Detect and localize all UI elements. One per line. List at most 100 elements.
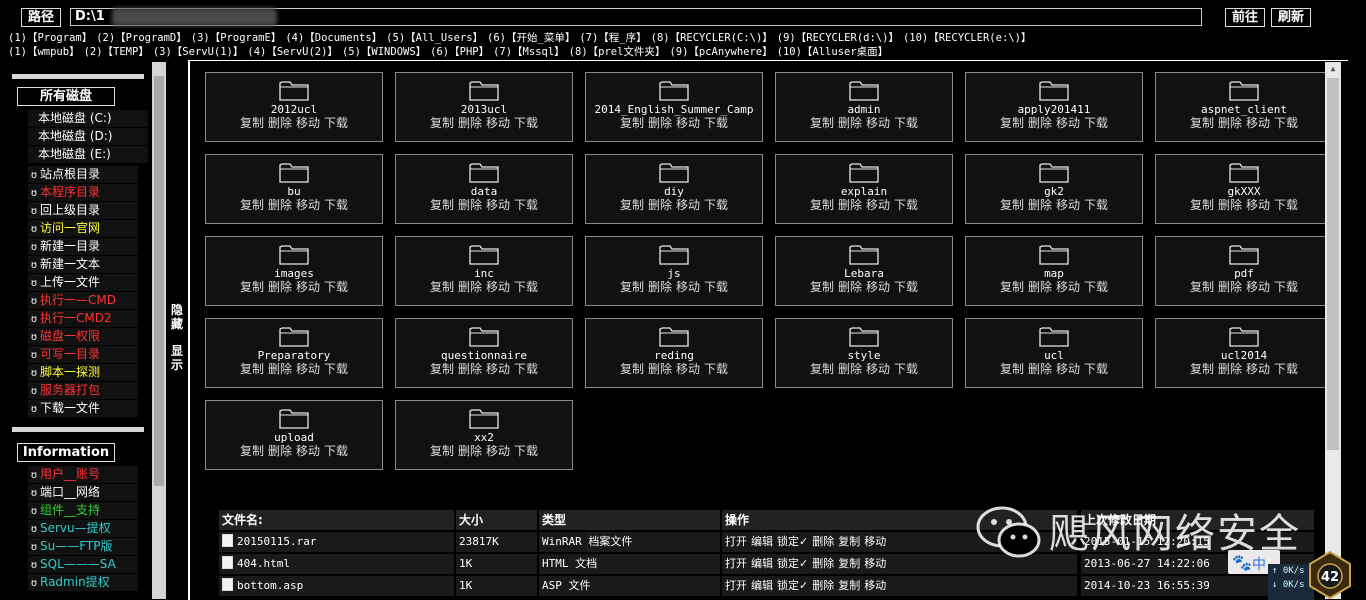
folder-action-1[interactable]: 删除 (458, 116, 482, 130)
folder-icon[interactable] (469, 325, 499, 347)
folder-name[interactable]: explain (776, 185, 952, 198)
quick-link-row2-5[interactable]: (5)【WINDOWS】 (342, 46, 426, 58)
refresh-button[interactable]: 刷新 (1271, 8, 1311, 27)
quick-link-row2-6[interactable]: (6)【PHP】 (430, 46, 489, 58)
folder-name[interactable]: diy (586, 185, 762, 198)
folder-action-0[interactable]: 复制 (430, 198, 454, 212)
folder-action-3[interactable]: 下载 (324, 362, 348, 376)
sidebar-action-item[interactable]: ʊ 回上级目录 (28, 202, 138, 219)
folder-name[interactable]: aspnet_client (1156, 103, 1332, 116)
folder-action-2[interactable]: 移动 (486, 280, 510, 294)
folder-icon[interactable] (469, 161, 499, 183)
folder-action-1[interactable]: 删除 (648, 116, 672, 130)
folder-action-1[interactable]: 删除 (648, 198, 672, 212)
quick-link-row1-3[interactable]: (3)【ProgramE】 (191, 32, 282, 44)
scrollbar-thumb[interactable] (154, 76, 164, 486)
folder-action-2[interactable]: 移动 (1056, 362, 1080, 376)
sidebar-info-item[interactable]: ʊ 用户__账号 (28, 466, 138, 483)
folder-action-1[interactable]: 删除 (838, 116, 862, 130)
sidebar-action-item[interactable]: ʊ 服务器打包 (28, 382, 138, 399)
folder-action-0[interactable]: 复制 (810, 198, 834, 212)
sidebar-action-item[interactable]: ʊ 执行一—CMD (28, 292, 138, 309)
folder-action-2[interactable]: 移动 (676, 280, 700, 294)
folder-name[interactable]: reding (586, 349, 762, 362)
folder-action-2[interactable]: 移动 (296, 444, 320, 458)
folder-action-1[interactable]: 删除 (1028, 198, 1052, 212)
folder-icon[interactable] (659, 325, 689, 347)
folder-action-0[interactable]: 复制 (1190, 198, 1214, 212)
folder-name[interactable]: questionnaire (396, 349, 572, 362)
sidebar-info-item[interactable]: ʊ 端口__网络 (28, 484, 138, 501)
folder-icon[interactable] (659, 243, 689, 265)
folder-action-1[interactable]: 删除 (1218, 362, 1242, 376)
folder-action-3[interactable]: 下载 (704, 362, 728, 376)
file-op-4[interactable]: 复制 (838, 535, 860, 548)
folder-action-1[interactable]: 删除 (268, 198, 292, 212)
folder-action-2[interactable]: 移动 (486, 444, 510, 458)
file-op-5[interactable]: 移动 (864, 535, 886, 548)
folder-action-2[interactable]: 移动 (296, 280, 320, 294)
folder-name[interactable]: 2014_English_Summer_Camp (586, 103, 762, 116)
scroll-up-icon[interactable]: ▲ (1325, 62, 1341, 76)
folder-tile[interactable]: inc 复制 删除 移动 下载 (395, 236, 573, 306)
file-op-2[interactable]: 锁定✓ (777, 579, 808, 592)
folder-action-0[interactable]: 复制 (240, 280, 264, 294)
folder-name[interactable]: gkXXX (1156, 185, 1332, 198)
folder-action-0[interactable]: 复制 (1000, 198, 1024, 212)
folder-action-2[interactable]: 移动 (1246, 116, 1270, 130)
file-op-4[interactable]: 复制 (838, 557, 860, 570)
folder-action-0[interactable]: 复制 (430, 116, 454, 130)
quick-link-row2-7[interactable]: (7)【Mssql】 (493, 46, 565, 58)
folder-tile[interactable]: style 复制 删除 移动 下载 (775, 318, 953, 388)
folder-action-1[interactable]: 删除 (648, 280, 672, 294)
sidebar-info-item[interactable]: ʊ Radmin提权 (28, 574, 138, 591)
folder-action-0[interactable]: 复制 (430, 444, 454, 458)
quick-link-row1-1[interactable]: (1)【Program】 (8, 32, 92, 44)
folder-action-2[interactable]: 移动 (296, 116, 320, 130)
folder-tile[interactable]: Preparatory 复制 删除 移动 下载 (205, 318, 383, 388)
folder-icon[interactable] (279, 79, 309, 101)
folder-action-0[interactable]: 复制 (1000, 280, 1024, 294)
folder-icon[interactable] (1039, 79, 1069, 101)
folder-action-2[interactable]: 移动 (1056, 198, 1080, 212)
file-op-0[interactable]: 打开 (725, 557, 747, 570)
folder-action-3[interactable]: 下载 (324, 444, 348, 458)
folder-tile[interactable]: explain 复制 删除 移动 下载 (775, 154, 953, 224)
sidebar-action-item[interactable]: ʊ 上传一文件 (28, 274, 138, 291)
folder-tile[interactable]: gk2 复制 删除 移动 下载 (965, 154, 1143, 224)
folder-tile[interactable]: 2012ucl 复制 删除 移动 下载 (205, 72, 383, 142)
sidebar-action-item[interactable]: ʊ 新建一文本 (28, 256, 138, 273)
folder-action-3[interactable]: 下载 (1084, 280, 1108, 294)
folder-action-0[interactable]: 复制 (1000, 116, 1024, 130)
folder-tile[interactable]: admin 复制 删除 移动 下载 (775, 72, 953, 142)
folder-tile[interactable]: 2014_English_Summer_Camp 复制 删除 移动 下载 (585, 72, 763, 142)
folder-icon[interactable] (279, 161, 309, 183)
folder-icon[interactable] (1229, 243, 1259, 265)
folder-action-0[interactable]: 复制 (240, 444, 264, 458)
folder-icon[interactable] (279, 325, 309, 347)
file-op-1[interactable]: 编辑 (751, 557, 773, 570)
folder-action-3[interactable]: 下载 (514, 116, 538, 130)
folder-icon[interactable] (849, 161, 879, 183)
quick-link-row2-4[interactable]: (4)【ServU(2)】 (247, 46, 338, 58)
folder-action-0[interactable]: 复制 (430, 362, 454, 376)
quick-link-row1-2[interactable]: (2)【ProgramD】 (96, 32, 187, 44)
show-toggle[interactable]: 显示 (170, 344, 184, 372)
net-speed-widget[interactable]: 🐾 中 ↑ 0K/s ↓ 0K/s 42 (1228, 550, 1351, 600)
main-scrollbar[interactable]: ▲ (1325, 62, 1341, 599)
folder-action-3[interactable]: 下载 (894, 362, 918, 376)
folder-tile[interactable]: ucl 复制 删除 移动 下载 (965, 318, 1143, 388)
folder-action-1[interactable]: 删除 (458, 198, 482, 212)
sidebar-action-item[interactable]: ʊ 脚本一探测 (28, 364, 138, 381)
folder-action-1[interactable]: 删除 (838, 362, 862, 376)
folder-action-2[interactable]: 移动 (866, 116, 890, 130)
sidebar-action-item[interactable]: ʊ 执行一CMD2 (28, 310, 138, 327)
file-name-cell[interactable]: 20150115.rar (219, 532, 456, 552)
quick-link-row1-5[interactable]: (5)【All_Users】 (386, 32, 483, 44)
folder-action-0[interactable]: 复制 (620, 362, 644, 376)
quick-link-row1-9[interactable]: (9)【RECYCLER(d:\)】 (777, 32, 899, 44)
folder-action-3[interactable]: 下载 (324, 198, 348, 212)
folder-action-0[interactable]: 复制 (1000, 362, 1024, 376)
folder-name[interactable]: pdf (1156, 267, 1332, 280)
quick-link-row1-8[interactable]: (8)【RECYCLER(C:\)】 (651, 32, 773, 44)
